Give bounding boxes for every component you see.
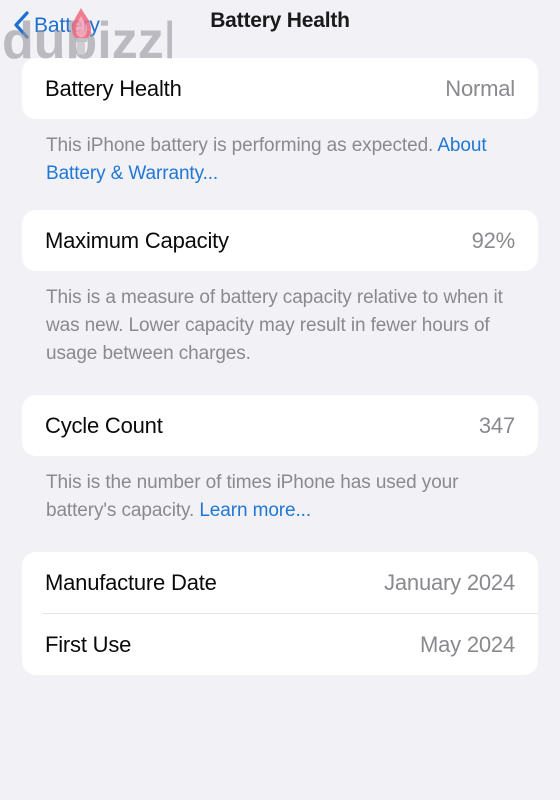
row-value: January 2024 (384, 569, 515, 595)
row-value: 92% (471, 227, 516, 253)
row-battery-health[interactable]: Battery Health Normal (22, 58, 538, 119)
row-label: Battery Health (45, 75, 182, 101)
footer-cycle-count: This is the number of times iPhone has u… (22, 456, 538, 525)
row-first-use[interactable]: First Use May 2024 (22, 614, 538, 675)
card-cycle-count: Cycle Count 347 (22, 395, 538, 456)
card-maximum-capacity: Maximum Capacity 92% (22, 210, 538, 271)
navigation-bar: Battery Battery Health (0, 0, 560, 58)
row-manufacture-date[interactable]: Manufacture Date January 2024 (22, 552, 538, 613)
footer-text: This iPhone battery is performing as exp… (46, 135, 438, 156)
row-label: Cycle Count (45, 412, 163, 438)
row-label: Manufacture Date (45, 569, 217, 595)
card-battery-dates: Manufacture Date January 2024 First Use … (22, 552, 538, 675)
row-value: 347 (478, 412, 515, 438)
settings-list: Battery Health Normal This iPhone batter… (0, 58, 560, 675)
footer-battery-health: This iPhone battery is performing as exp… (22, 119, 538, 188)
footer-maximum-capacity: This is a measure of battery capacity re… (22, 271, 538, 368)
card-battery-health: Battery Health Normal (22, 58, 538, 119)
row-label: Maximum Capacity (45, 227, 229, 253)
row-maximum-capacity[interactable]: Maximum Capacity 92% (22, 210, 538, 271)
footer-text: This is a measure of battery capacity re… (46, 287, 503, 364)
row-value: May 2024 (419, 631, 515, 657)
page-title: Battery Health (210, 9, 350, 32)
row-label: First Use (45, 631, 132, 657)
row-cycle-count[interactable]: Cycle Count 347 (22, 395, 538, 456)
learn-more-link[interactable]: Learn more... (199, 500, 311, 521)
row-value: Normal (445, 75, 515, 101)
